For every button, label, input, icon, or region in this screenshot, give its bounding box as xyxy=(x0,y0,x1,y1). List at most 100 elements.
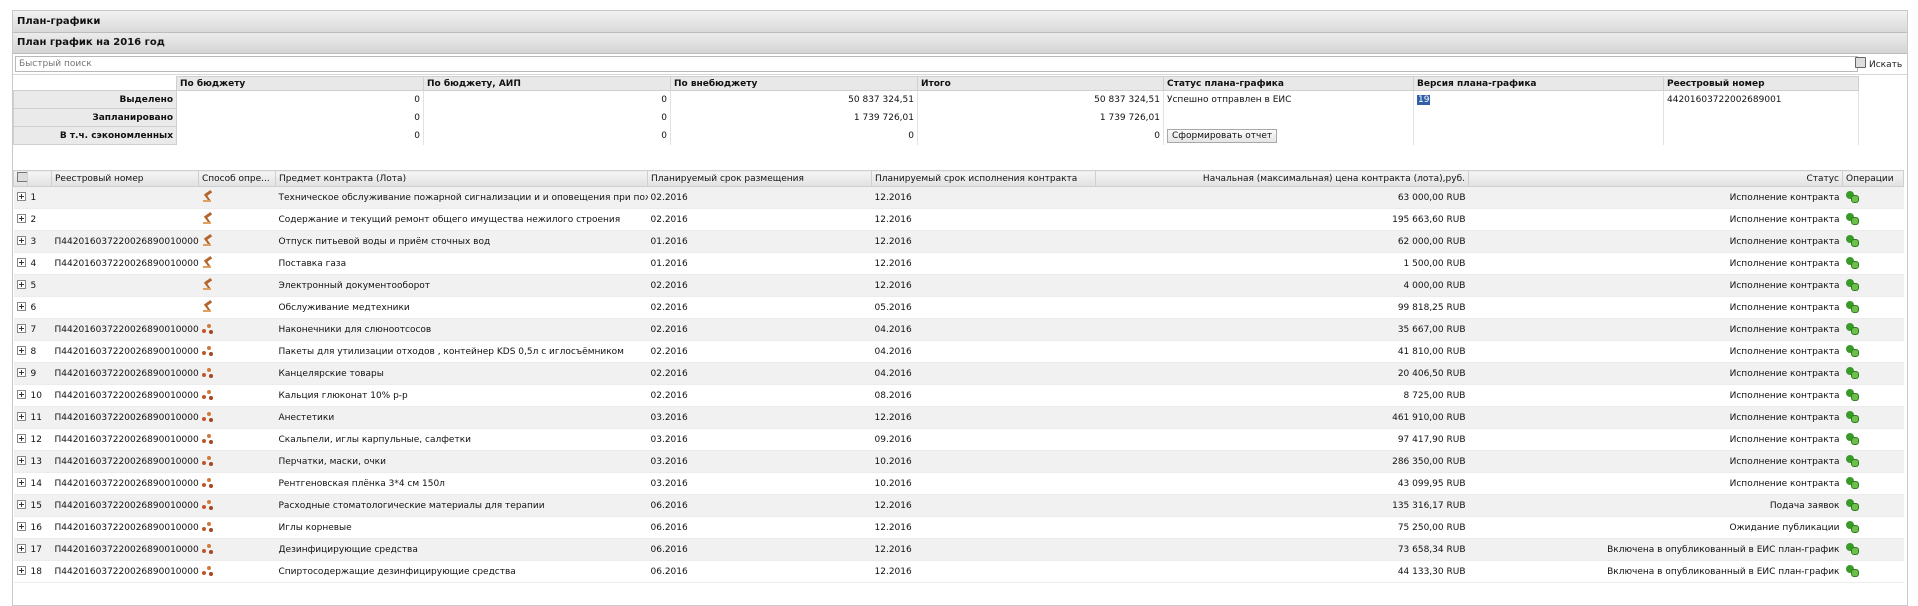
operations-icon[interactable] xyxy=(1845,455,1859,467)
row-price: 73 658,34 RUB xyxy=(1095,538,1469,561)
plan-version[interactable]: 19 xyxy=(1417,94,1431,105)
column-header-price[interactable]: Начальная (максимальная) цена контракта … xyxy=(1095,170,1469,187)
row-placement-date: 03.2016 xyxy=(647,450,872,473)
table-row[interactable]: 13 П44201603722002689001000009 Перчатки, м… xyxy=(13,450,1904,473)
expand-row-icon[interactable] xyxy=(16,301,26,311)
summary-cell: 50 837 324,51 xyxy=(670,90,918,109)
expand-row-icon[interactable] xyxy=(16,389,26,399)
expand-row-icon[interactable] xyxy=(16,433,26,443)
expand-row-icon[interactable] xyxy=(16,345,26,355)
table-row[interactable]: 6 Обслуживание медтехники 02.2016 05.2016 99… xyxy=(13,296,1904,319)
operations-icon[interactable] xyxy=(1845,257,1859,269)
operations-icon[interactable] xyxy=(1845,565,1859,577)
row-registry-number: П44201603722002689001000013 xyxy=(51,538,199,561)
expand-row-icon[interactable] xyxy=(16,521,26,531)
expand-row-icon[interactable] xyxy=(16,367,26,377)
row-number: 7 xyxy=(27,318,52,341)
row-registry-number: П44201603722002689001000009 xyxy=(51,450,199,473)
operations-icon[interactable] xyxy=(1845,213,1859,225)
table-row[interactable]: 4 П44201603722002689001000001 Поставка газ… xyxy=(13,252,1904,275)
column-header-reg[interactable]: Реестровый номер xyxy=(51,170,199,187)
row-method xyxy=(198,406,276,429)
auction-icon xyxy=(201,543,214,554)
column-header-ops[interactable]: Операции xyxy=(1842,170,1904,187)
operations-icon[interactable] xyxy=(1845,345,1859,357)
operations-icon[interactable] xyxy=(1845,323,1859,335)
row-method xyxy=(198,472,276,495)
row-method xyxy=(198,560,276,583)
expand-row-icon[interactable] xyxy=(16,455,26,465)
row-subject: Отпуск питьевой воды и приём сточных вод xyxy=(275,230,648,253)
expand-row-icon[interactable] xyxy=(16,411,26,421)
expand-row-icon[interactable] xyxy=(16,477,26,487)
table-row[interactable]: 1 Техническое обслуживание пожарной сигна… xyxy=(13,186,1904,209)
row-status: Подача заявок xyxy=(1468,494,1843,517)
operations-icon[interactable] xyxy=(1845,235,1859,247)
table-row[interactable]: 18 П44201603722002689001000014 Спиртосодер… xyxy=(13,560,1904,583)
column-menu-button[interactable] xyxy=(13,170,28,187)
column-header-subject[interactable]: Предмет контракта (Лота) xyxy=(275,170,648,187)
table-row[interactable]: 3 П44201603722002689001000002 Отпуск питье… xyxy=(13,230,1904,253)
operations-icon[interactable] xyxy=(1845,543,1859,555)
row-price: 62 000,00 RUB xyxy=(1095,230,1469,253)
row-status: Исполнение контракта xyxy=(1468,296,1843,319)
table-row[interactable]: 2 Содержание и текущий ремонт общего имущ… xyxy=(13,208,1904,231)
operations-icon[interactable] xyxy=(1845,301,1859,313)
row-price: 461 910,00 RUB xyxy=(1095,406,1469,429)
expand-row-icon[interactable] xyxy=(16,213,26,223)
operations-icon[interactable] xyxy=(1845,367,1859,379)
row-placement-date: 03.2016 xyxy=(647,406,872,429)
operations-icon[interactable] xyxy=(1845,499,1859,511)
expand-row-icon[interactable] xyxy=(16,543,26,553)
operations-icon[interactable] xyxy=(1845,389,1859,401)
table-row[interactable]: 15 П44201603722002689001000011 Расходные с… xyxy=(13,494,1904,517)
operations-icon[interactable] xyxy=(1845,521,1859,533)
search-button[interactable]: Искать xyxy=(1855,57,1902,70)
expand-row-icon[interactable] xyxy=(16,257,26,267)
expand-row-icon[interactable] xyxy=(16,279,26,289)
expand-row-icon[interactable] xyxy=(16,323,26,333)
table-row[interactable]: 8 П44201603722002689001000005 Пакеты для у… xyxy=(13,340,1904,363)
operations-icon[interactable] xyxy=(1845,191,1859,203)
table-row[interactable]: 17 П44201603722002689001000013 Дезинфициру… xyxy=(13,538,1904,561)
row-status: Исполнение контракта xyxy=(1468,208,1843,231)
row-execution-date: 04.2016 xyxy=(871,340,1096,363)
table-row[interactable]: 5 Электронный документооборот 02.2016 12.20… xyxy=(13,274,1904,297)
row-execution-date: 10.2016 xyxy=(871,472,1096,495)
table-row[interactable]: 12 П44201603722002689001000008 Скальпели, … xyxy=(13,428,1904,451)
row-registry-number xyxy=(51,274,199,297)
row-method xyxy=(198,428,276,451)
row-status: Включена в опубликованный в ЕИС план-гра… xyxy=(1468,560,1843,583)
summary-cell: 0 xyxy=(423,108,671,127)
expand-row-icon[interactable] xyxy=(16,235,26,245)
row-method xyxy=(198,252,276,275)
table-row[interactable]: 16 П44201603722002689001000012 Иглы корнев… xyxy=(13,516,1904,539)
row-method xyxy=(198,538,276,561)
table-header: Реестровый номер Способ опре... Предмет … xyxy=(13,170,1904,187)
operations-icon[interactable] xyxy=(1845,411,1859,423)
row-price: 35 667,00 RUB xyxy=(1095,318,1469,341)
row-number: 10 xyxy=(27,384,52,407)
column-header-status[interactable]: Статус xyxy=(1468,170,1843,187)
quick-search-input[interactable] xyxy=(15,56,1858,72)
operations-icon[interactable] xyxy=(1845,477,1859,489)
plan-items-table: Реестровый номер Способ опре... Предмет … xyxy=(13,170,1904,583)
generate-report-button[interactable]: Сформировать отчет xyxy=(1167,128,1278,143)
table-row[interactable]: 11 П44201603722002689001000007 Анестетики 0… xyxy=(13,406,1904,429)
table-row[interactable]: 14 П44201603722002689001000010 Рентгеновск… xyxy=(13,472,1904,495)
expand-row-icon[interactable] xyxy=(16,499,26,509)
column-header-method[interactable]: Способ опре... xyxy=(198,170,276,187)
summary-row-label: Запланировано xyxy=(13,108,177,127)
table-row[interactable]: 9 П44201603722002689001000004 Канцелярские… xyxy=(13,362,1904,385)
operations-icon[interactable] xyxy=(1845,279,1859,291)
gavel-icon xyxy=(202,189,214,202)
table-row[interactable]: 10 П44201603722002689001000006 Кальция глю… xyxy=(13,384,1904,407)
column-header-execution[interactable]: Планируемый срок исполнения контракта xyxy=(871,170,1096,187)
expand-row-icon[interactable] xyxy=(16,191,26,201)
summary-row-allocated: Выделено 0 0 50 837 324,51 50 837 324,51… xyxy=(13,90,1859,109)
row-execution-date: 12.2016 xyxy=(871,538,1096,561)
expand-row-icon[interactable] xyxy=(16,565,26,575)
operations-icon[interactable] xyxy=(1845,433,1859,445)
table-row[interactable]: 7 П44201603722002689001000003 Наконечники … xyxy=(13,318,1904,341)
column-header-placement[interactable]: Планируемый срок размещения xyxy=(647,170,872,187)
